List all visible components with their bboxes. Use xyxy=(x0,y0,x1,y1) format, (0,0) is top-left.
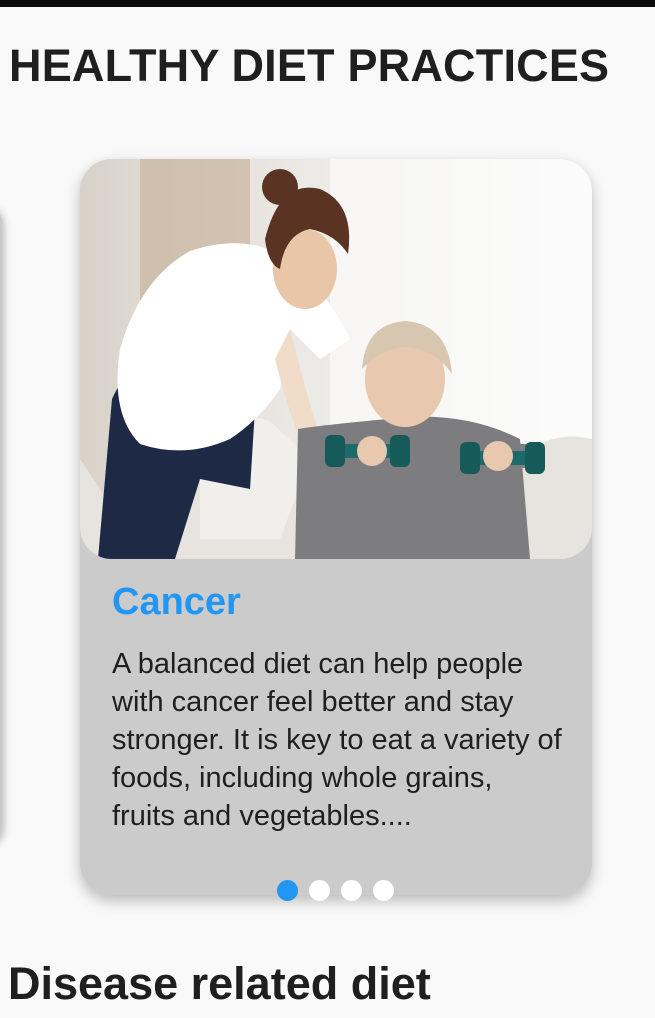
section-title: HEALTHY DIET PRACTICES xyxy=(9,40,610,91)
previous-card-peek[interactable] xyxy=(0,205,2,845)
carousel-indicator xyxy=(277,880,394,902)
carousel-dot-1[interactable] xyxy=(277,880,298,901)
card-image xyxy=(80,159,592,559)
card-description: A balanced diet can help people with can… xyxy=(112,648,562,832)
carousel-dot-4[interactable] xyxy=(373,880,394,901)
status-bar-strip xyxy=(0,0,655,7)
disease-diet-heading: Disease related diet xyxy=(8,958,431,1009)
carousel-dot-2[interactable] xyxy=(309,880,330,901)
carousel-dot-3[interactable] xyxy=(341,880,362,901)
carousel-card[interactable]: Cancer A balanced diet can help people w… xyxy=(80,159,592,895)
card-title[interactable]: Cancer xyxy=(112,581,241,624)
